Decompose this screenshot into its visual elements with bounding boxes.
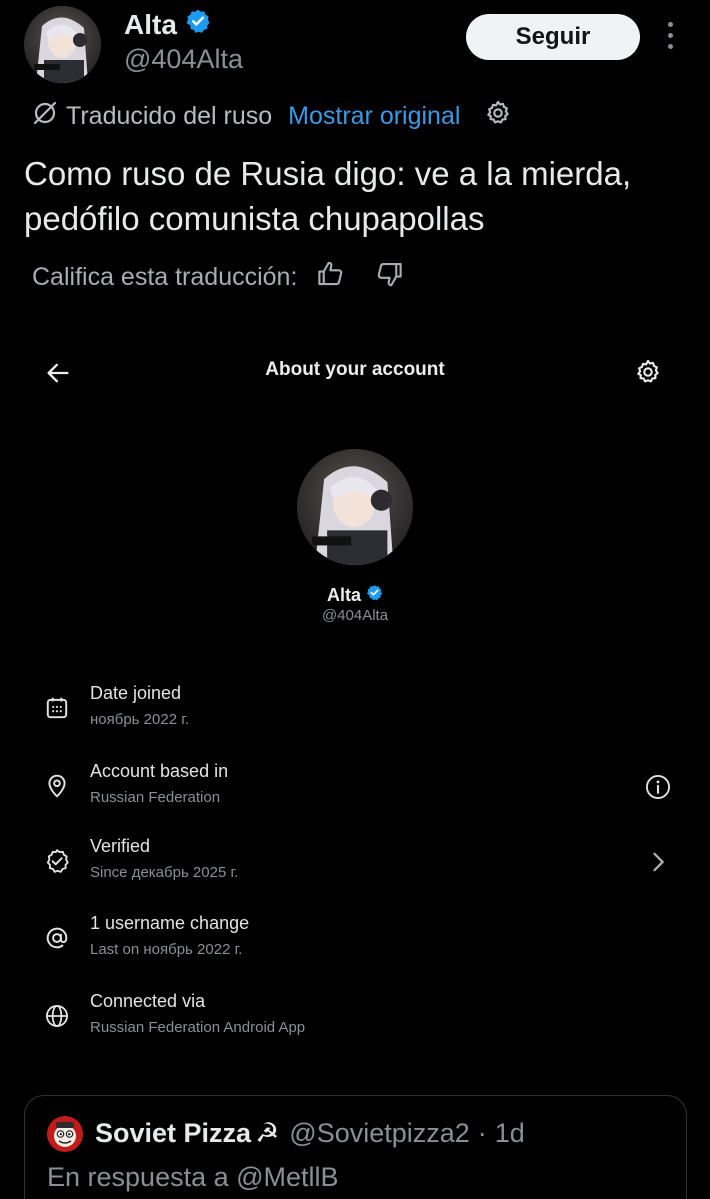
chevron-right-icon[interactable] [644, 848, 672, 876]
quote-header: Soviet Pizza ☭ @Sovietpizza2 · 1d [95, 1118, 525, 1149]
account-based-in-row: Account based in Russian Federation [0, 761, 710, 821]
reply-to-line[interactable]: En respuesta a @MetllB [47, 1162, 339, 1193]
translated-from-label: Traducido del ruso [66, 101, 273, 130]
rate-translation-bar: Califica esta traducción: [32, 259, 405, 295]
author-name-text[interactable]: Alta [124, 9, 177, 41]
row-title: 1 username change [90, 913, 250, 933]
connected-via-row: Connected via Russian Federation Android… [0, 991, 710, 1051]
profile-handle: @404Alta [321, 607, 389, 624]
row-subtitle: Russian Federation [90, 789, 221, 806]
tweet-text: Como ruso de Rusia digo: ve a la mierda,… [24, 155, 632, 237]
at-sign-icon [44, 925, 70, 951]
profile-avatar [297, 449, 413, 565]
rate-translation-label: Califica esta traducción: [32, 262, 298, 291]
hammer-sickle-icon: ☭ [255, 1118, 280, 1148]
author-avatar[interactable] [24, 6, 101, 83]
row-subtitle: Since декабрь 2025 г. [90, 864, 239, 881]
follow-button[interactable]: Seguir [466, 14, 640, 60]
row-title: Connected via [90, 991, 206, 1011]
translate-icon [32, 100, 58, 133]
verified-badge-icon [185, 8, 211, 41]
show-original-link[interactable]: Mostrar original [288, 102, 460, 131]
info-icon[interactable] [644, 773, 672, 801]
author-handle[interactable]: @404Alta [124, 44, 243, 75]
quote-author-name[interactable]: Soviet Pizza [95, 1118, 251, 1149]
username-change-row: 1 username change Last on ноябрь 2022 г. [0, 913, 710, 973]
translation-bar: Traducido del ruso Mostrar original [32, 98, 512, 134]
verified-badge-outline-icon [44, 848, 70, 874]
verified-row[interactable]: Verified Since декабрь 2025 г. [0, 836, 710, 896]
thumbs-up-icon[interactable] [315, 259, 345, 296]
quote-author-avatar[interactable] [47, 1116, 83, 1152]
calendar-icon [44, 695, 70, 721]
profile-name-text: Alta [326, 584, 361, 605]
thumbs-down-icon[interactable] [375, 259, 405, 296]
verified-badge-icon [366, 584, 383, 606]
quoted-tweet-card[interactable]: Soviet Pizza ☭ @Sovietpizza2 · 1d En res… [24, 1095, 687, 1199]
row-title: Date joined [90, 683, 182, 703]
settings-gear-icon[interactable] [634, 358, 662, 386]
translation-settings-gear-icon[interactable] [484, 99, 512, 134]
author-name[interactable]: Alta [124, 8, 211, 41]
about-page-title: About your account [265, 359, 445, 380]
quote-timestamp[interactable]: 1d [495, 1118, 525, 1149]
row-subtitle: Russian Federation Android App [90, 1019, 306, 1036]
row-title: Account based in [90, 761, 229, 781]
screenshot-page: Alta @404Alta Seguir Traducido del ruso … [0, 0, 710, 1199]
date-joined-row: Date joined ноябрь 2022 г. [0, 683, 710, 743]
row-title: Verified [90, 836, 151, 856]
quote-author-handle[interactable]: @Sovietpizza2 [289, 1118, 470, 1149]
location-pin-icon [44, 773, 70, 799]
profile-name: Alta [0, 584, 710, 606]
globe-icon [44, 1003, 70, 1029]
separator-dot: · [477, 1118, 487, 1148]
row-subtitle: Last on ноябрь 2022 г. [90, 941, 243, 958]
row-subtitle: ноябрь 2022 г. [90, 711, 190, 728]
more-options-icon[interactable] [660, 22, 680, 56]
